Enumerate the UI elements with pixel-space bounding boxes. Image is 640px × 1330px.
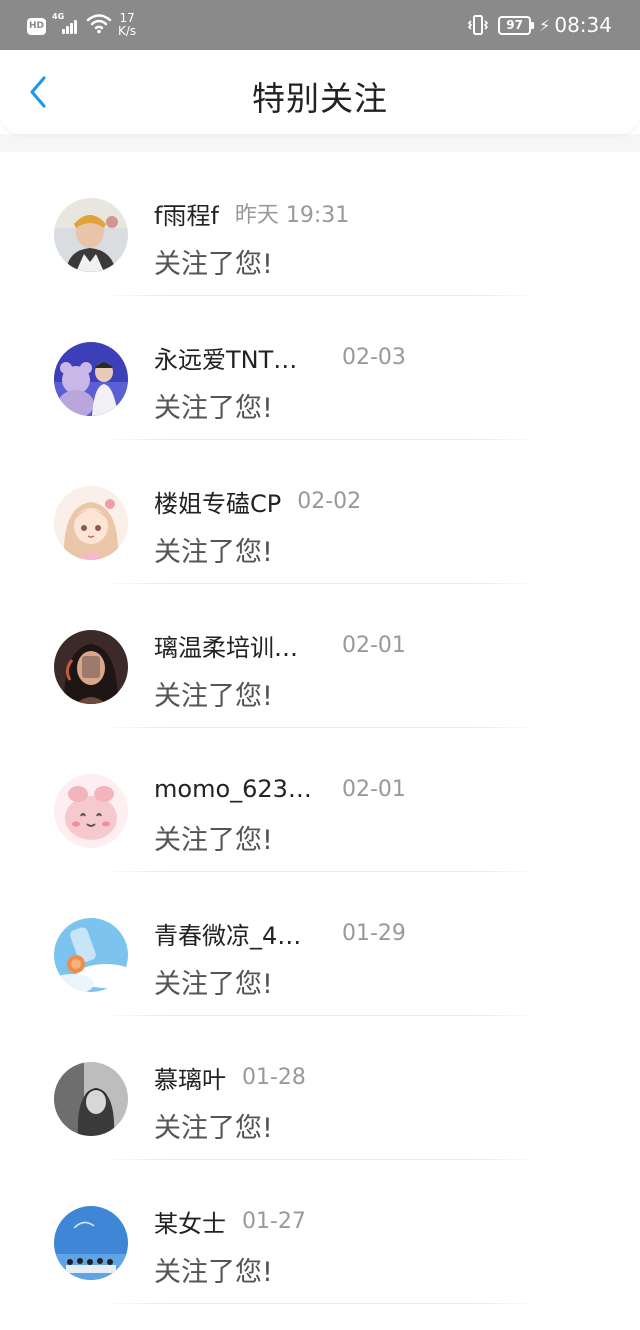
user-name[interactable]: 青春微凉_4… [154,916,312,951]
user-name[interactable]: 璃温柔培训… [154,628,312,663]
avatar[interactable] [54,630,128,704]
network-type-label: 4G [52,12,65,21]
follow-message: 关注了您! [154,393,273,424]
battery-icon: 97 [498,15,535,35]
charging-icon: ⚡ [539,15,551,35]
follow-message: 关注了您! [154,1257,273,1288]
list-item[interactable]: f雨程f 昨天 19:31 关注了您! [0,152,640,296]
list-item[interactable]: 慕璃叶 01-28 关注了您! [0,1016,640,1160]
user-name[interactable]: 某女士 [154,1204,226,1239]
list-item[interactable]: 永远爱TNT… 02-03 关注了您! [0,296,640,440]
signal-icon: 4G [52,12,80,40]
avatar[interactable] [54,1206,128,1280]
follow-time: 02-03 [342,344,406,370]
follow-message: 关注了您! [154,537,273,568]
user-name[interactable]: 楼姐专磕CP [154,484,281,519]
user-name[interactable]: 慕璃叶 [154,1060,226,1095]
avatar[interactable] [54,486,128,560]
user-name[interactable]: momo_623… [154,775,312,803]
follow-message: 关注了您! [154,681,273,712]
follow-message: 关注了您! [154,969,273,1000]
follow-time: 昨天 19:31 [234,203,350,228]
follow-message: 关注了您! [154,1113,273,1144]
avatar[interactable] [54,198,128,272]
follow-time: 02-01 [342,776,406,802]
page-title: 特别关注 [252,79,388,118]
list-item[interactable]: momo_623… 02-01 关注了您! [0,728,640,872]
user-name[interactable]: f雨程f [154,196,219,231]
divider [100,1303,540,1304]
follow-time: 01-28 [242,1064,306,1090]
follow-list: f雨程f 昨天 19:31 关注了您! 永远爱TNT… 02-03 关注了您! [0,152,640,1304]
hd-icon: HD [27,18,46,35]
avatar[interactable] [54,342,128,416]
status-time: 08:34 [554,13,612,37]
network-speed: 17 K/s [118,12,136,38]
follow-time: 02-01 [342,632,406,658]
follow-message: 关注了您! [154,249,273,280]
follow-message: 关注了您! [154,825,273,856]
avatar[interactable] [54,774,128,848]
header-gap [0,134,640,152]
status-bar: HD 4G 17 K/s 97 ⚡ 08:34 [0,0,640,50]
list-item[interactable]: 某女士 01-27 关注了您! [0,1160,640,1304]
list-item[interactable]: 青春微凉_4… 01-29 关注了您! [0,872,640,1016]
wifi-icon [86,12,112,40]
follow-time: 02-02 [297,488,362,514]
follow-time: 01-27 [242,1208,306,1234]
header: 特别关注 [0,50,640,134]
network-speed-unit: K/s [118,24,137,38]
avatar[interactable] [54,918,128,992]
list-item[interactable]: 楼姐专磕CP 02-02 关注了您! [0,440,640,584]
list-item[interactable]: 璃温柔培训… 02-01 关注了您! [0,584,640,728]
avatar[interactable] [54,1062,128,1136]
vibrate-icon [467,14,489,36]
user-name[interactable]: 永远爱TNT… [154,340,312,375]
follow-time: 01-29 [342,920,406,946]
